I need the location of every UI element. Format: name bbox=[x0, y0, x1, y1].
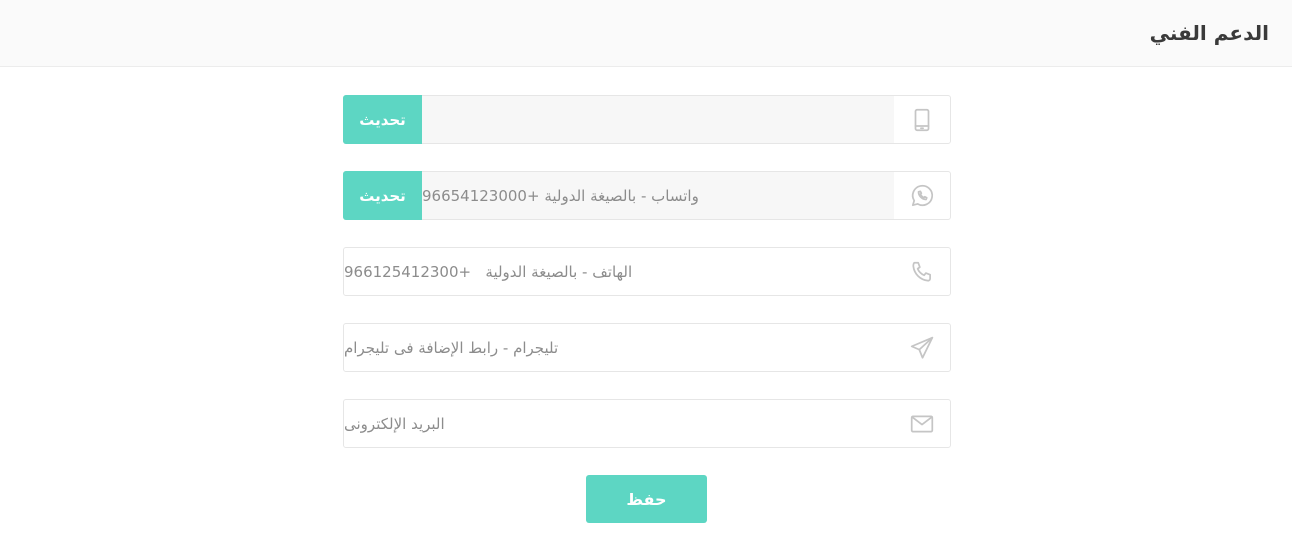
page-title: الدعم الفني bbox=[1149, 21, 1269, 45]
whatsapp-update-button[interactable]: تحديث bbox=[343, 171, 422, 220]
phone-icon bbox=[894, 248, 950, 295]
mobile-update-button[interactable]: تحديث bbox=[343, 95, 422, 144]
send-icon bbox=[894, 324, 950, 371]
tablet-icon bbox=[894, 96, 950, 143]
save-button[interactable]: حفظ bbox=[586, 475, 707, 523]
whatsapp-input[interactable]: واتساب - بالصيغة الدولية +96654123000 bbox=[422, 172, 894, 219]
envelope-icon bbox=[894, 400, 950, 447]
telegram-field: تليجرام - رابط الإضافة فى تليجرام bbox=[343, 323, 951, 372]
phone-input[interactable]: الهاتف - بالصيغة الدولية +966125412300 bbox=[344, 248, 894, 295]
whatsapp-field: واتساب - بالصيغة الدولية +96654123000 تح… bbox=[343, 171, 951, 220]
telegram-input[interactable]: تليجرام - رابط الإضافة فى تليجرام bbox=[344, 324, 894, 371]
mobile-input[interactable] bbox=[422, 96, 894, 143]
page-header: الدعم الفني bbox=[0, 0, 1292, 67]
email-input[interactable]: البريد الإلكترونى bbox=[344, 400, 894, 447]
phone-field: الهاتف - بالصيغة الدولية +966125412300 bbox=[343, 247, 951, 296]
whatsapp-icon bbox=[894, 172, 950, 219]
mobile-field: تحديث bbox=[343, 95, 951, 144]
email-field: البريد الإلكترونى bbox=[343, 399, 951, 448]
